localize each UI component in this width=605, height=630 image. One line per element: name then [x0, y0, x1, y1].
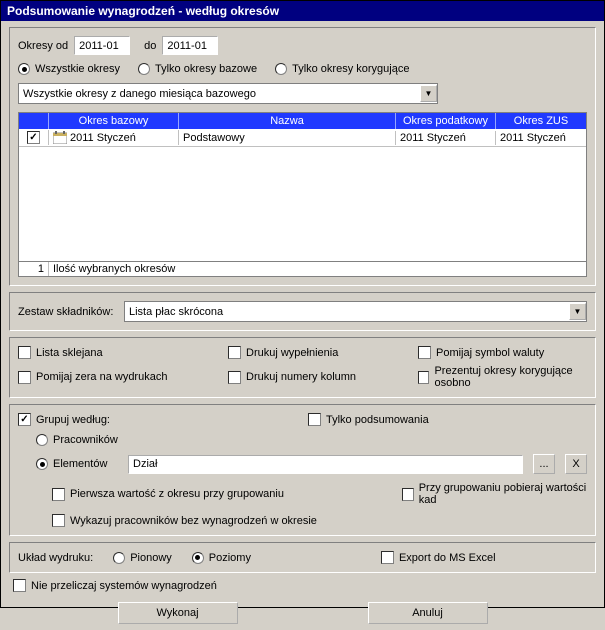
layout-label: Układ wydruku: [18, 552, 93, 564]
browse-button[interactable]: ... [533, 454, 555, 474]
period-to-label: do [144, 40, 156, 52]
cell-nazwa: Podstawowy [179, 131, 396, 145]
zestaw-select[interactable]: Lista płac skrócona ▼ [124, 301, 587, 322]
th-okres-podatkowy[interactable]: Okres podatkowy [396, 113, 496, 129]
zestaw-panel: Zestaw składników: Lista płac skrócona ▼ [9, 292, 596, 331]
periods-panel: Okresy od do Wszystkie okresy Tylko okre… [9, 27, 596, 286]
table-empty-area [19, 147, 586, 261]
th-okres-bazowy[interactable]: Okres bazowy [49, 113, 179, 129]
periods-table: Okres bazowy Nazwa Okres podatkowy Okres… [18, 112, 587, 277]
cell-okres-podatkowy: 2011 Styczeń [396, 131, 496, 145]
table-footer: 1 Ilość wybranych okresów [19, 261, 586, 276]
anuluj-button[interactable]: Anuluj [368, 602, 488, 624]
radio-dot-icon [138, 63, 150, 75]
dropdown-icon: ▼ [569, 303, 586, 320]
clear-button[interactable]: X [565, 454, 587, 474]
chk-drukuj-wypelnienia[interactable]: Drukuj wypełnienia [228, 346, 418, 359]
table-header: Okres bazowy Nazwa Okres podatkowy Okres… [19, 113, 586, 129]
dropdown-icon: ▼ [420, 85, 437, 102]
period-to-input[interactable] [162, 36, 218, 55]
chk-przy-grupowaniu[interactable]: Przy grupowaniu pobieraj wartości kad [402, 482, 587, 506]
layout-panel: Układ wydruku: Pionowy Poziomy Export do… [9, 542, 596, 573]
radio-dot-icon [275, 63, 287, 75]
cell-okres-bazowy: 2011 Styczeń [70, 132, 136, 144]
chk-grupuj[interactable]: Grupuj według: [18, 413, 308, 426]
chk-pomijaj-symbol[interactable]: Pomijaj symbol waluty [418, 346, 587, 359]
chk-lista-sklejana[interactable]: Lista sklejana [18, 346, 228, 359]
chk-export-excel[interactable]: Export do MS Excel [381, 551, 496, 564]
zestaw-label: Zestaw składników: [18, 306, 118, 318]
chk-pomijaj-zera[interactable]: Pomijaj zera na wydrukach [18, 365, 228, 389]
radio-pracownikow[interactable]: Pracowników [36, 434, 118, 446]
th-check[interactable] [19, 113, 49, 129]
table-row[interactable]: 2011 Styczeń Podstawowy 2011 Styczeń 201… [19, 129, 586, 147]
chk-wykazuj-pracownikow[interactable]: Wykazuj pracowników bez wynagrodzeń w ok… [52, 514, 317, 527]
chk-tylko-podsumowania[interactable]: Tylko podsumowania [308, 413, 429, 426]
footer-count: 1 [19, 262, 49, 276]
radio-base-periods[interactable]: Tylko okresy bazowe [138, 63, 257, 75]
calendar-icon [53, 131, 67, 144]
radio-elementow[interactable]: Elementów [36, 458, 118, 470]
print-options-panel: Lista sklejana Drukuj wypełnienia Pomija… [9, 337, 596, 398]
radio-dot-icon [18, 63, 30, 75]
element-input[interactable] [128, 455, 523, 474]
chk-drukuj-numery[interactable]: Drukuj numery kolumn [228, 365, 418, 389]
th-okres-zus[interactable]: Okres ZUS [496, 113, 586, 129]
period-from-input[interactable] [74, 36, 130, 55]
row-checkbox[interactable] [27, 131, 40, 144]
radio-corr-periods[interactable]: Tylko okresy korygujące [275, 63, 409, 75]
radio-pionowy[interactable]: Pionowy [113, 552, 172, 564]
window-title: Podsumowanie wynagrodzeń - według okresó… [7, 4, 279, 18]
dialog-window: Podsumowanie wynagrodzeń - według okresó… [0, 0, 605, 608]
wykonaj-button[interactable]: Wykonaj [118, 602, 238, 624]
scope-select[interactable]: Wszystkie okresy z danego miesiąca bazow… [18, 83, 438, 104]
chk-nie-przeliczaj[interactable]: Nie przeliczaj systemów wynagrodzeń [13, 579, 217, 592]
period-from-label: Okresy od [18, 40, 68, 52]
cell-okres-zus: 2011 Styczeń [496, 131, 586, 145]
radio-poziomy[interactable]: Poziomy [192, 552, 251, 564]
radio-all-periods[interactable]: Wszystkie okresy [18, 63, 120, 75]
footer-label: Ilość wybranych okresów [49, 262, 586, 276]
chk-prezentuj-korygujace[interactable]: Prezentuj okresy korygujące osobno [418, 365, 587, 389]
group-panel: Grupuj według: Tylko podsumowania Pracow… [9, 404, 596, 536]
th-nazwa[interactable]: Nazwa [179, 113, 396, 129]
titlebar: Podsumowanie wynagrodzeń - według okresó… [1, 1, 604, 21]
chk-pierwsza-wartosc[interactable]: Pierwsza wartość z okresu przy grupowani… [52, 488, 402, 501]
